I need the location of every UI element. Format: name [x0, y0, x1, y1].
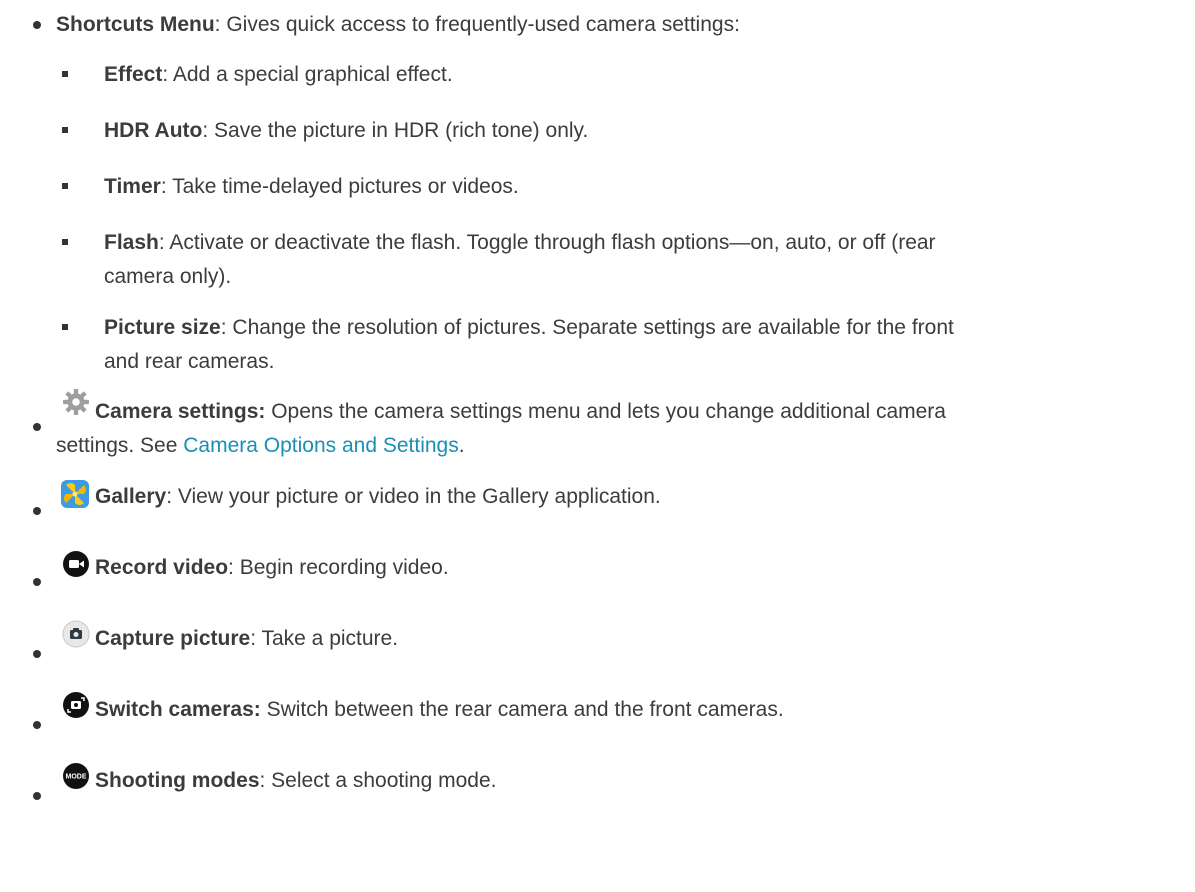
record-video-icon	[63, 551, 89, 577]
sub-bullet	[62, 239, 68, 245]
gear-icon	[63, 389, 89, 415]
mode-icon: MODE	[63, 763, 89, 789]
bullet	[33, 792, 41, 800]
list-item: Timer: Take time-delayed pictures or vid…	[104, 175, 519, 198]
bullet	[33, 507, 41, 515]
list-item-continuation: camera only).	[104, 265, 232, 288]
bullet	[33, 21, 41, 29]
list-item-continuation: settings. See Camera Options and Setting…	[56, 434, 465, 457]
list-item: Flash: Activate or deactivate the flash.…	[104, 231, 936, 254]
list-item: Gallery: View your picture or video in t…	[95, 485, 661, 508]
sub-bullet	[62, 127, 68, 133]
sub-bullet	[62, 183, 68, 189]
list-item: HDR Auto: Save the picture in HDR (rich …	[104, 119, 589, 142]
bullet	[33, 650, 41, 658]
gallery-icon	[61, 480, 89, 508]
list-item: Record video: Begin recording video.	[95, 556, 449, 579]
camera-icon	[62, 620, 90, 648]
bullet	[33, 423, 41, 431]
switch-camera-icon	[63, 692, 89, 718]
camera-options-link[interactable]: Camera Options and Settings	[183, 434, 458, 457]
list-item: Effect: Add a special graphical effect.	[104, 63, 453, 86]
svg-text:MODE: MODE	[66, 774, 87, 781]
list-item: Camera settings: Opens the camera settin…	[95, 400, 946, 423]
list-item: Switch cameras: Switch between the rear …	[95, 698, 784, 721]
sub-bullet	[62, 324, 68, 330]
list-item: Picture size: Change the resolution of p…	[104, 316, 954, 339]
bullet	[33, 721, 41, 729]
bullet	[33, 578, 41, 586]
list-item-continuation: and rear cameras.	[104, 350, 275, 373]
list-item: Shortcuts Menu: Gives quick access to fr…	[56, 13, 740, 36]
list-item: Capture picture: Take a picture.	[95, 627, 399, 650]
list-item: Shooting modes: Select a shooting mode.	[95, 769, 497, 792]
sub-bullet	[62, 71, 68, 77]
